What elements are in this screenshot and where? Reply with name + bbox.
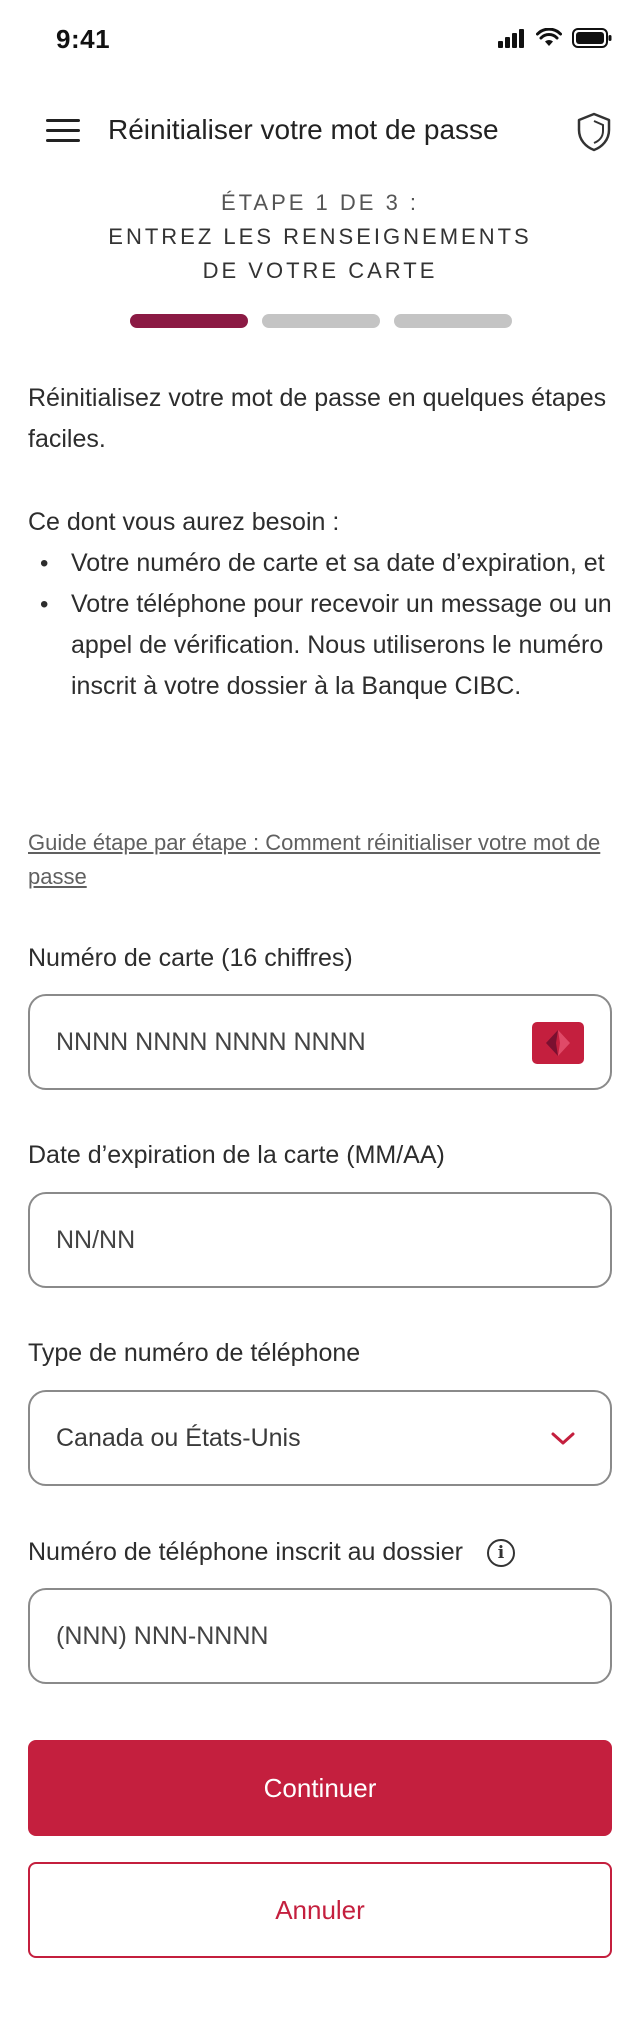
- battery-icon: [572, 28, 612, 48]
- continue-button[interactable]: Continuer: [28, 1740, 612, 1836]
- status-icons: [498, 28, 612, 48]
- card-number-input[interactable]: [56, 1027, 584, 1057]
- phone-number-label-row: Numéro de téléphone inscrit au dossier i: [28, 1538, 515, 1567]
- progress-segment-2: [262, 314, 380, 328]
- expiry-input[interactable]: [56, 1225, 584, 1255]
- step-counter: ÉTAPE 1 DE 3 :: [220, 190, 420, 215]
- shield-icon[interactable]: [576, 112, 612, 152]
- expiry-label: Date d’expiration de la carte (MM/AA): [28, 1141, 445, 1169]
- expiry-field-box: [28, 1192, 612, 1288]
- signal-icon: [498, 29, 524, 48]
- progress-segment-3: [394, 314, 512, 328]
- page-title: Réinitialiser votre mot de passe: [108, 114, 499, 145]
- card-icon: [532, 1022, 584, 1064]
- needs-list: Votre numéro de carte et sa date d’expir…: [28, 543, 628, 707]
- hamburger-menu-icon[interactable]: [46, 116, 82, 146]
- step-progress: [130, 314, 512, 328]
- guide-link[interactable]: Guide étape par étape : Comment réinitia…: [28, 826, 608, 894]
- chevron-down-icon: [551, 1432, 575, 1445]
- cancel-button[interactable]: Annuler: [28, 1862, 612, 1958]
- step-heading: ÉTAPE 1 DE 3 : ENTREZ LES RENSEIGNEMENTS…: [0, 186, 640, 288]
- app-header: Réinitialiser votre mot de passe: [0, 100, 640, 164]
- phone-type-selected-value: Canada ou États-Unis: [56, 1423, 301, 1452]
- step-title-line1: ENTREZ LES RENSEIGNEMENTS: [108, 224, 532, 249]
- status-bar: 9:41: [0, 0, 640, 78]
- list-item: Votre numéro de carte et sa date d’expir…: [28, 543, 628, 584]
- progress-segment-1: [130, 314, 248, 328]
- phone-type-label: Type de numéro de téléphone: [28, 1339, 361, 1367]
- card-number-label: Numéro de carte (16 chiffres): [28, 944, 353, 972]
- wifi-icon: [536, 28, 562, 46]
- phone-number-input[interactable]: [56, 1621, 584, 1651]
- needs-title: Ce dont vous aurez besoin :: [28, 508, 340, 536]
- list-item: Votre téléphone pour recevoir un message…: [28, 584, 628, 707]
- card-number-field-box: [28, 994, 612, 1090]
- phone-type-select[interactable]: Canada ou États-Unis: [28, 1390, 612, 1486]
- info-icon[interactable]: i: [486, 1538, 515, 1567]
- intro-text: Réinitialisez votre mot de passe en quel…: [28, 384, 607, 453]
- phone-number-label: Numéro de téléphone inscrit au dossier: [28, 1538, 463, 1566]
- step-title-line2: DE VOTRE CARTE: [202, 258, 438, 283]
- status-time: 9:41: [56, 24, 111, 54]
- phone-number-field-box: [28, 1588, 612, 1684]
